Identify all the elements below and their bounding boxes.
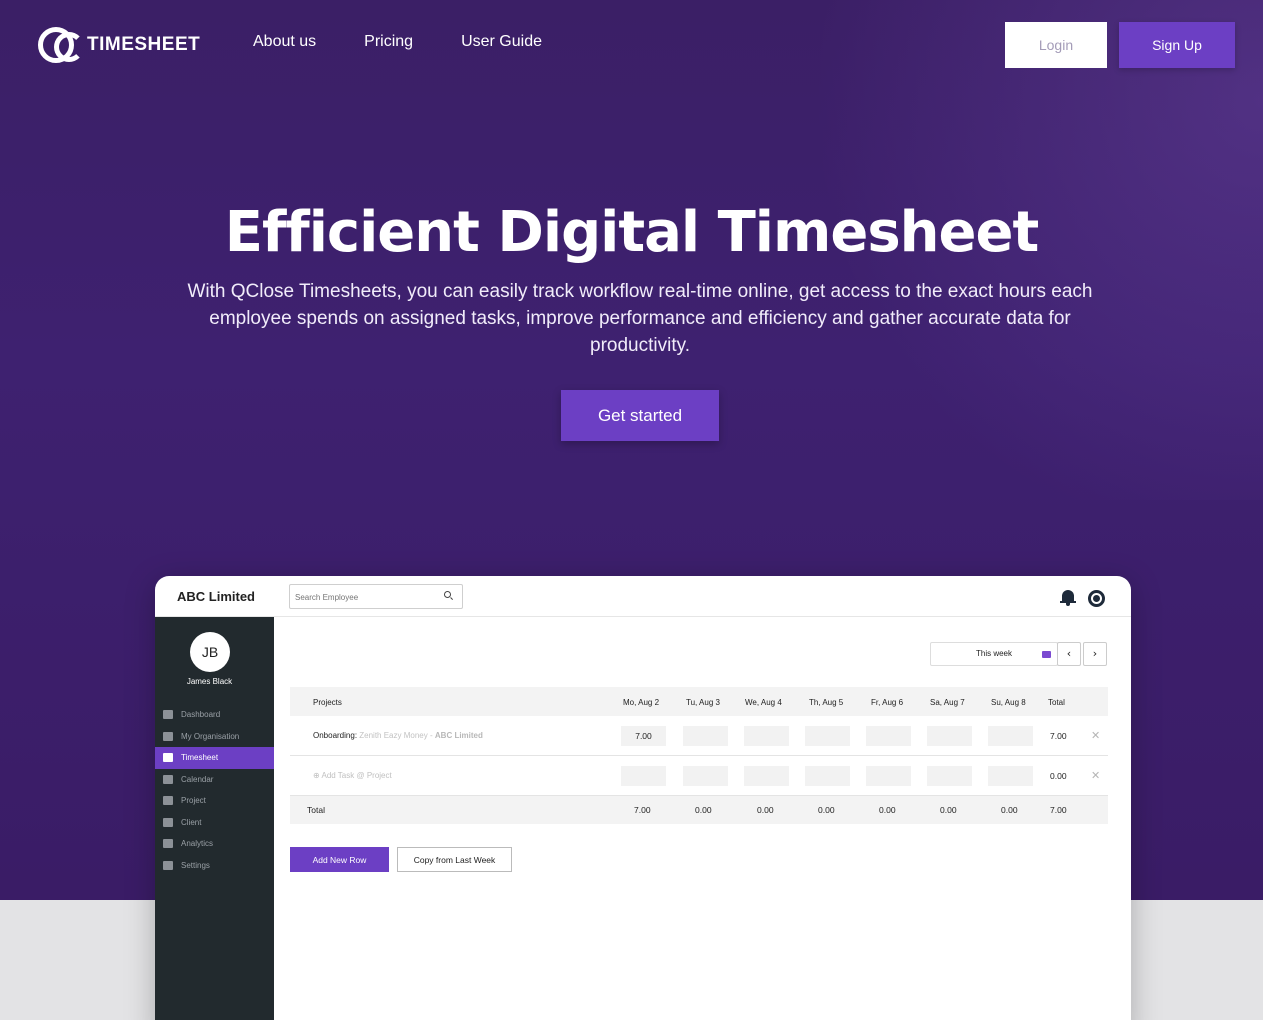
search-input[interactable] — [290, 586, 430, 609]
folder-icon — [163, 796, 173, 806]
row-total: 7.00 — [1050, 731, 1067, 741]
sidebar-item-timesheet[interactable]: Timesheet — [155, 747, 274, 769]
nav-link-pricing[interactable]: Pricing — [364, 33, 413, 51]
sidebar-item-calendar[interactable]: Calendar — [155, 769, 274, 791]
day-total: 0.00 — [879, 805, 896, 815]
document-icon — [163, 817, 173, 827]
column-header: Th, Aug 5 — [809, 698, 844, 707]
sidebar-menu: Dashboard My Organisation Timesheet Cale… — [155, 704, 274, 876]
home-icon — [163, 710, 173, 720]
hours-cell[interactable] — [744, 726, 789, 746]
column-header: Tu, Aug 3 — [686, 698, 720, 707]
main-nav: About us Pricing User Guide — [253, 33, 590, 51]
row-total: 0.00 — [1050, 771, 1067, 781]
hours-cell[interactable] — [927, 766, 972, 786]
week-label: This week — [975, 649, 1012, 658]
column-header: Mo, Aug 2 — [623, 698, 660, 707]
get-started-button[interactable]: Get started — [561, 390, 719, 441]
close-icon[interactable]: ✕ — [1091, 756, 1100, 796]
copy-last-week-button[interactable]: Copy from Last Week — [397, 847, 512, 872]
prev-week-button[interactable]: ‹ — [1057, 642, 1081, 666]
project-name[interactable]: Onboarding: Zenith Eazy Money - ABC Limi… — [313, 716, 483, 756]
signup-button[interactable]: Sign Up — [1119, 22, 1235, 68]
logo-text: TIMESHEET — [87, 34, 201, 55]
search-icon[interactable] — [444, 591, 451, 598]
day-total: 7.00 — [634, 805, 651, 815]
column-header: Fr, Aug 6 — [871, 698, 904, 707]
timesheet-table: Projects Mo, Aug 2 Tu, Aug 3 We, Aug 4 T… — [290, 687, 1108, 824]
column-header: Su, Aug 8 — [991, 698, 1026, 707]
add-new-row-button[interactable]: Add New Row — [290, 847, 389, 872]
hero-title: Efficient Digital Timesheet — [224, 200, 1040, 265]
calendar-icon — [163, 774, 173, 784]
hours-cell[interactable]: 7.00 — [621, 726, 666, 746]
hours-cell[interactable] — [866, 726, 911, 746]
column-header: Sa, Aug 7 — [930, 698, 965, 707]
table-row: ⊕ Add Task @ Project 0.00 ✕ — [290, 756, 1108, 796]
week-selector[interactable]: This week — [930, 642, 1058, 666]
hours-cell[interactable] — [621, 766, 666, 786]
support-icon[interactable] — [1088, 590, 1105, 607]
avatar[interactable]: JB — [190, 632, 230, 672]
sidebar-item-dashboard[interactable]: Dashboard — [155, 704, 274, 726]
user-name: James Black — [186, 677, 233, 686]
hours-cell[interactable] — [805, 766, 850, 786]
day-total: 0.00 — [940, 805, 957, 815]
sidebar-item-analytics[interactable]: Analytics — [155, 833, 274, 855]
day-total: 0.00 — [695, 805, 712, 815]
search-box — [289, 584, 463, 609]
sidebar: JB James Black Dashboard My Organisation… — [155, 617, 274, 1020]
login-button[interactable]: Login — [1005, 22, 1107, 68]
logo[interactable]: TIMESHEET — [38, 26, 200, 64]
column-header: We, Aug 4 — [745, 698, 782, 707]
hero-subtitle: With QClose Timesheets, you can easily t… — [187, 281, 1093, 356]
hours-cell[interactable] — [683, 726, 728, 746]
timesheet-content: This week ‹ › Projects Mo, Aug 2 Tu, Aug… — [274, 617, 1131, 1020]
day-total: 0.00 — [818, 805, 835, 815]
hours-cell[interactable] — [866, 766, 911, 786]
nav-link-user-guide[interactable]: User Guide — [461, 33, 542, 51]
close-icon[interactable]: ✕ — [1091, 716, 1100, 756]
company-name: ABC Limited — [177, 589, 255, 604]
column-header: Projects — [313, 698, 342, 707]
bar-chart-icon — [163, 839, 173, 849]
bell-icon[interactable] — [1060, 590, 1076, 606]
day-total: 0.00 — [1001, 805, 1018, 815]
hours-cell[interactable] — [683, 766, 728, 786]
add-task-link[interactable]: ⊕ Add Task @ Project — [313, 756, 392, 796]
clipboard-icon — [163, 753, 173, 763]
hours-cell[interactable] — [927, 726, 972, 746]
column-header: Total — [1048, 698, 1065, 707]
nav-link-about[interactable]: About us — [253, 33, 316, 51]
grand-total: 7.00 — [1050, 805, 1067, 815]
sidebar-item-organisation[interactable]: My Organisation — [155, 726, 274, 748]
gear-icon — [163, 860, 173, 870]
table-header: Projects Mo, Aug 2 Tu, Aug 3 We, Aug 4 T… — [290, 687, 1108, 716]
day-total: 0.00 — [757, 805, 774, 815]
app-header: ABC Limited — [155, 576, 1131, 617]
chevron-right-icon: › — [1092, 647, 1098, 660]
sidebar-item-client[interactable]: Client — [155, 812, 274, 834]
calendar-icon — [1042, 651, 1051, 658]
hours-cell[interactable] — [988, 766, 1033, 786]
table-row: Onboarding: Zenith Eazy Money - ABC Limi… — [290, 716, 1108, 756]
totals-row: Total 7.00 0.00 0.00 0.00 0.00 0.00 0.00… — [290, 796, 1108, 824]
users-icon — [163, 731, 173, 741]
chevron-left-icon: ‹ — [1066, 647, 1072, 660]
hours-cell[interactable] — [988, 726, 1033, 746]
hours-cell[interactable] — [805, 726, 850, 746]
logo-icon — [38, 26, 86, 64]
hours-cell[interactable] — [744, 766, 789, 786]
app-preview: ABC Limited JB James Black Dashboard My … — [155, 576, 1131, 1020]
totals-label: Total — [307, 805, 325, 815]
sidebar-item-settings[interactable]: Settings — [155, 855, 274, 877]
next-week-button[interactable]: › — [1083, 642, 1107, 666]
sidebar-item-project[interactable]: Project — [155, 790, 274, 812]
